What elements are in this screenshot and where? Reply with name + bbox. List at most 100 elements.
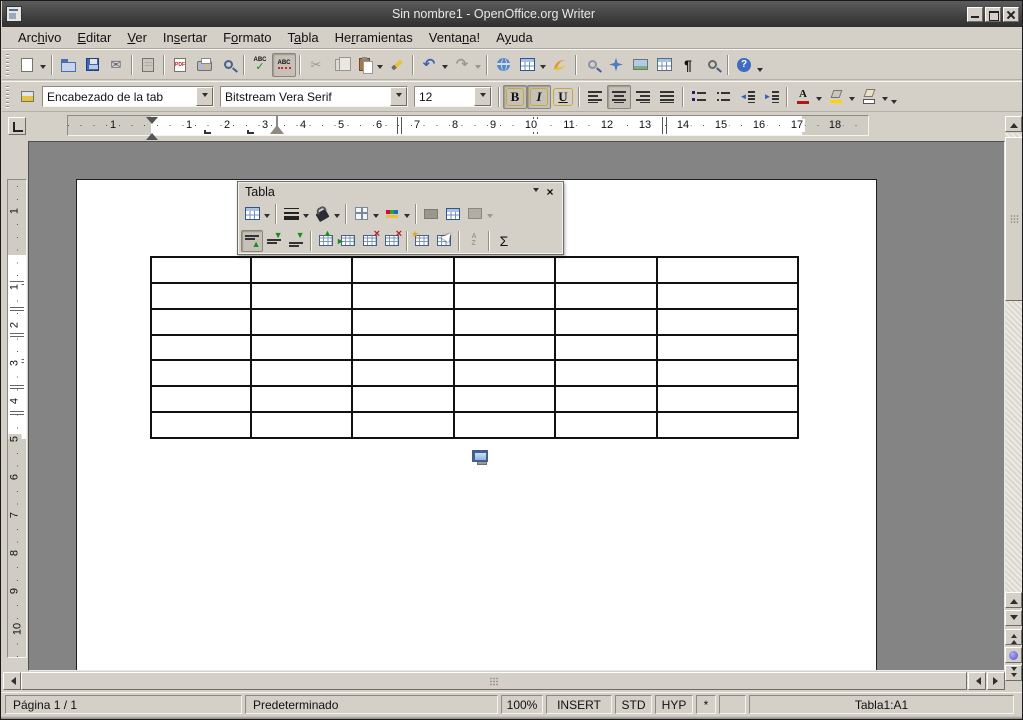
font-name-dropdown[interactable] [390,87,407,106]
tab-stop-marker[interactable] [204,130,211,134]
status-page-number[interactable]: Página 1 / 1 [5,695,242,714]
table-cell[interactable] [152,336,250,360]
status-page-style[interactable]: Predeterminado [245,695,498,714]
table-cell[interactable] [252,284,351,308]
table-cell[interactable] [658,361,797,385]
split-cells-button[interactable] [442,203,464,225]
styles-window-button[interactable] [15,85,39,109]
highlighting-button[interactable] [824,85,848,109]
autoformat-button[interactable]: ★ [411,230,433,252]
scroll-up-button[interactable] [1005,116,1022,132]
underline-button[interactable]: U [551,85,575,109]
scroll-left-button-right[interactable] [968,672,986,690]
borders-button[interactable] [350,203,372,225]
table-cell[interactable] [152,258,250,282]
scroll-right-button[interactable] [987,672,1005,690]
horizontal-scrollbar-thumb[interactable] [21,672,967,690]
toolbar-grip[interactable] [6,54,13,76]
document-as-email-button[interactable]: ✉ [104,53,128,77]
maximize-button[interactable] [985,7,1001,22]
paragraph-style-combo[interactable]: Encabezado de la tab [42,86,214,107]
align-top-button[interactable]: ▲ [241,230,263,252]
table-cell[interactable] [152,310,250,334]
align-center-button[interactable] [607,85,631,109]
menu-ventana[interactable]: Ventana! [421,28,488,47]
table-cell[interactable] [455,284,554,308]
table-toolbar-menu-dropdown[interactable] [529,186,543,198]
paste-button[interactable] [352,53,376,77]
table-cell[interactable] [658,258,797,282]
align-left-button[interactable] [583,85,607,109]
help-button[interactable]: ? [732,53,756,77]
table-dropdown[interactable] [264,214,270,221]
data-sources-button[interactable] [652,53,676,77]
table-cell[interactable] [252,258,351,282]
menu-ayuda[interactable]: Ayuda [488,28,541,47]
font-size-combo[interactable]: 12 [414,86,492,107]
table-cell[interactable] [658,387,797,411]
font-color-dropdown[interactable] [816,97,822,104]
table-cell[interactable] [658,310,797,334]
insert-column-button[interactable]: ► [337,230,359,252]
highlighting-dropdown[interactable] [849,97,855,104]
toolbar-overflow-dropdown[interactable] [891,100,897,107]
status-zoom[interactable]: 100% [501,695,543,714]
table-cell[interactable] [658,284,797,308]
table-cell[interactable] [152,413,250,437]
indent-marker[interactable] [146,117,158,134]
table-row-marker[interactable] [10,411,24,415]
table-cell[interactable] [658,413,797,437]
hyperlink-button[interactable] [491,53,515,77]
minimize-button[interactable] [967,7,983,22]
table-cell[interactable] [556,336,656,360]
menu-editar[interactable]: Editar [69,28,119,47]
center-vertical-button[interactable]: ▼ [263,230,285,252]
autospellcheck-button[interactable]: ABC [272,53,296,77]
italic-button[interactable]: I [527,85,551,109]
table-cell[interactable] [353,336,453,360]
save-button[interactable] [80,53,104,77]
borders-dropdown[interactable] [373,214,379,221]
spellcheck-button[interactable]: ABC✓ [248,53,272,77]
font-name-combo[interactable]: Bitstream Vera Serif [220,86,408,107]
menu-ver[interactable]: Ver [119,28,155,47]
insert-table-dropdown[interactable] [540,65,546,72]
align-right-button[interactable] [631,85,655,109]
table-cell[interactable] [252,413,351,437]
status-selection-mode[interactable]: STD [615,695,652,714]
table-cell[interactable] [353,413,453,437]
table-row-marker[interactable] [10,307,24,311]
line-style-dropdown[interactable] [303,214,309,221]
menu-formato[interactable]: Formato [215,28,279,47]
align-bottom-button[interactable]: ▼ [285,230,307,252]
table-cell[interactable] [455,336,554,360]
scroll-up-button-bottom[interactable] [1005,592,1022,608]
open-button[interactable] [56,53,80,77]
bold-button[interactable]: B [503,85,527,109]
menu-archivo[interactable]: Archivo [10,28,69,47]
status-hyperlink-mode[interactable]: HYP [655,695,693,714]
tab-stop-marker[interactable] [247,130,254,134]
export-pdf-button[interactable]: PDF [168,53,192,77]
table-cell[interactable] [556,413,656,437]
undo-button[interactable]: ↶ [417,53,441,77]
table-cell[interactable] [455,310,554,334]
table-cell[interactable] [556,310,656,334]
table-row-marker[interactable] [10,333,24,337]
table-cell[interactable] [152,387,250,411]
table-cell[interactable] [658,336,797,360]
next-page-button[interactable] [1005,665,1022,681]
table-cell[interactable] [353,361,453,385]
table-cell[interactable] [556,258,656,282]
table-column-marker[interactable] [397,117,402,134]
zoom-button[interactable] [700,53,724,77]
border-color-button[interactable] [311,203,333,225]
undo-dropdown[interactable] [442,65,448,72]
draw-functions-button[interactable] [548,53,572,77]
decrease-indent-button[interactable]: ◄ [735,85,759,109]
new-document-dropdown[interactable] [40,65,46,72]
table-cell[interactable] [455,361,554,385]
table-cell[interactable] [455,258,554,282]
background-color-dropdown[interactable] [882,97,888,104]
insert-row-button[interactable]: ▲ [315,230,337,252]
